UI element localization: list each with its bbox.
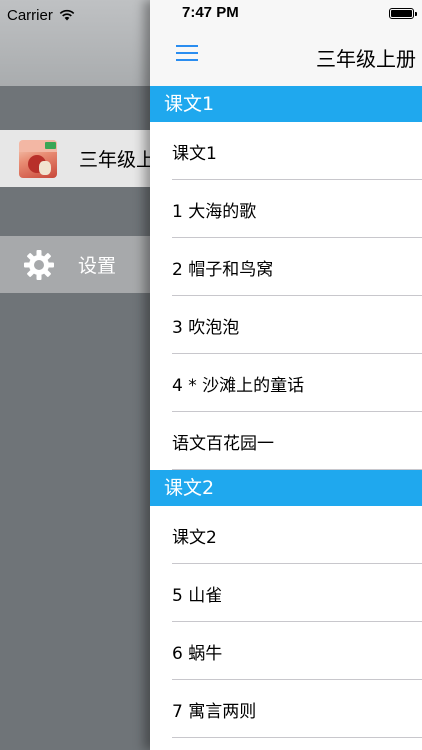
list-item[interactable]: 3 吹泡泡 — [150, 296, 422, 354]
list-item[interactable]: 课文2 — [150, 506, 422, 564]
navigation-bar: 7:47 PM 三年级上册 — [150, 0, 422, 86]
status-time: 7:47 PM — [182, 4, 239, 21]
list-item[interactable]: 4 * 沙滩上的童话 — [150, 354, 422, 412]
side-drawer: Carrier 三年级上 设置 — [0, 0, 160, 750]
wifi-icon — [59, 9, 75, 21]
drawer-item-settings[interactable]: 设置 — [0, 236, 160, 293]
hamburger-menu-icon[interactable] — [176, 43, 198, 63]
book-cover-icon — [19, 139, 57, 178]
list-item[interactable]: 5 山雀 — [150, 564, 422, 622]
list-item[interactable]: 1 大海的歌 — [150, 180, 422, 238]
carrier-label: Carrier — [7, 6, 53, 24]
battery-icon — [389, 8, 417, 19]
status-bar-left: Carrier — [7, 5, 75, 25]
list-item[interactable]: 6 蜗牛 — [150, 622, 422, 680]
drawer-item-label: 三年级上 — [79, 149, 156, 171]
page-title: 三年级上册 — [316, 47, 416, 71]
list-item[interactable]: 语文百花园一 — [150, 412, 422, 470]
section-header: 课文2 — [150, 470, 422, 506]
list-item[interactable]: 2 帽子和鸟窝 — [150, 238, 422, 296]
gear-icon — [24, 249, 54, 280]
drawer-status-area: Carrier — [0, 0, 160, 86]
list-item[interactable]: 7 寓言两则 — [150, 680, 422, 738]
list-item[interactable]: 课文1 — [150, 122, 422, 180]
section-header: 课文1 — [150, 86, 422, 122]
content-panel: 7:47 PM 三年级上册 课文1 课文1 1 大海的歌 2 帽子和鸟窝 3 吹… — [150, 0, 422, 750]
app-screen: Carrier 三年级上 设置 7:47 PM 三年级上册 课文1 课文1 1 … — [0, 0, 422, 750]
drawer-item-book[interactable]: 三年级上 — [0, 130, 160, 187]
drawer-item-label: 设置 — [78, 255, 117, 277]
